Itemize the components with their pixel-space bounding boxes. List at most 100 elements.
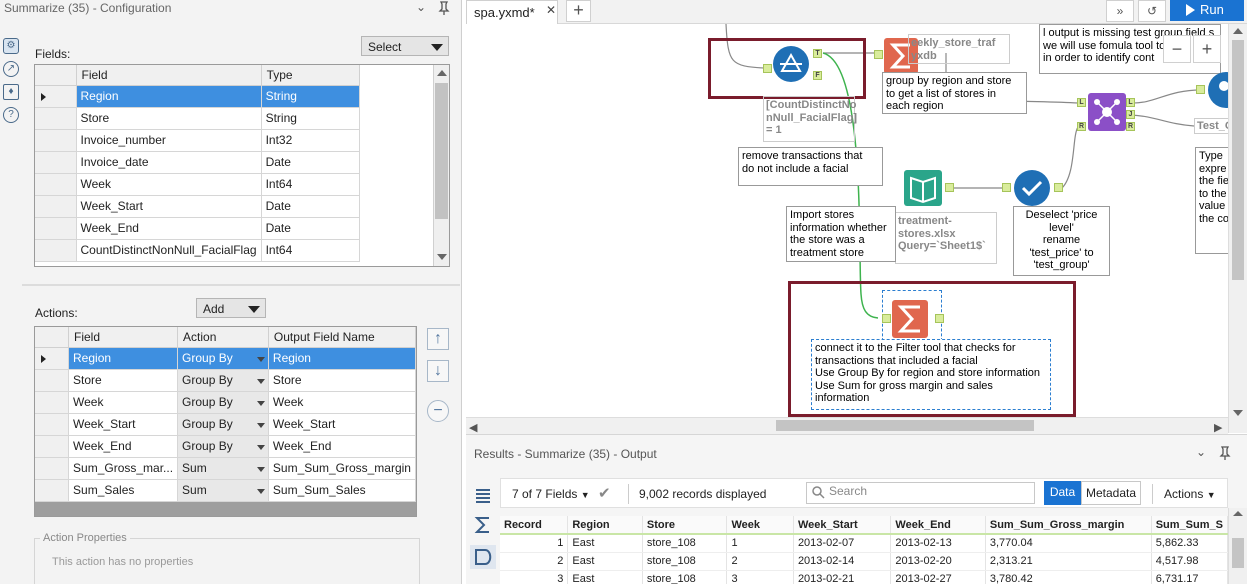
row-header[interactable]	[35, 173, 77, 196]
scroll-up-icon[interactable]	[1233, 511, 1243, 516]
filter-input-anchor[interactable]	[763, 64, 772, 73]
output-field-cell[interactable]: Sum_Sum_Gross_margin	[268, 457, 417, 480]
summarize-input-anchor[interactable]	[882, 314, 891, 323]
field-type-cell[interactable]: Date	[261, 217, 360, 240]
field-row[interactable]: Invoice_date Date	[35, 151, 360, 174]
row-header[interactable]	[35, 195, 77, 218]
row-header[interactable]	[35, 239, 77, 262]
fields-count-dropdown[interactable]: 7 of 7 Fields ▼	[512, 487, 590, 501]
col-header-field[interactable]: Field	[68, 327, 179, 348]
results-col-header[interactable]: Sum_Sum_Gross_margin	[985, 516, 1152, 535]
field-row[interactable]: Week_End Date	[35, 217, 360, 240]
zoom-out-button[interactable]: −	[1163, 35, 1191, 63]
action-type-select[interactable]: Group By	[177, 347, 269, 370]
join-join-anchor[interactable]: J	[1126, 110, 1135, 119]
close-tab-icon[interactable]: ✕	[546, 3, 556, 17]
action-type-select[interactable]: Group By	[177, 391, 269, 414]
help-icon[interactable]: ?	[3, 107, 19, 123]
workflow-canvas[interactable]: T F [CountDistinctNo nNull_FacialFlag] =…	[466, 24, 1228, 417]
field-row[interactable]: CountDistinctNonNull_FacialFlag Int64	[35, 239, 360, 262]
navigate-icon[interactable]: ↗	[3, 61, 19, 77]
results-cell[interactable]: 2	[726, 552, 794, 571]
row-header[interactable]	[35, 391, 70, 414]
summarize-view-icon[interactable]	[470, 513, 496, 537]
results-cell[interactable]: 2013-02-20	[890, 552, 986, 571]
results-col-header[interactable]: Week_End	[890, 516, 986, 535]
results-cell[interactable]: 1	[726, 534, 794, 553]
expand-panel-button[interactable]: »	[1106, 0, 1134, 22]
action-type-select[interactable]: Group By	[177, 435, 269, 458]
chevron-down-icon[interactable]: ⌄	[416, 0, 426, 14]
field-type-cell[interactable]: Date	[261, 195, 360, 218]
results-col-header[interactable]: Sum_Sum_S	[1151, 516, 1228, 535]
results-row[interactable]: 1 East store_108 1 2013-02-07 2013-02-13 3,770…	[500, 534, 1228, 553]
results-col-header[interactable]: Week_Start	[793, 516, 892, 535]
zoom-in-button[interactable]: +	[1193, 35, 1221, 63]
remove-button[interactable]: −	[427, 400, 449, 422]
formula-tool-icon[interactable]	[1204, 72, 1228, 108]
select-input-anchor[interactable]	[1002, 183, 1011, 192]
results-vscroll-thumb[interactable]	[1232, 538, 1244, 568]
row-header[interactable]	[35, 479, 70, 502]
type-expression-note[interactable]: Type expre the fie to the value the co	[1195, 147, 1228, 254]
summarize-tool-icon[interactable]	[892, 300, 928, 338]
col-header-type[interactable]: Type	[261, 65, 360, 86]
field-row[interactable]: Region String	[35, 85, 360, 108]
scroll-thumb[interactable]	[435, 83, 448, 219]
col-header-field[interactable]: Field	[76, 65, 262, 86]
field-row[interactable]: Week Int64	[35, 173, 360, 196]
weekly-store-traffic-label[interactable]: eekly_store_traf yxdb	[908, 34, 1010, 64]
history-icon[interactable]: ↺	[1138, 0, 1166, 22]
field-type-cell[interactable]: Int64	[261, 239, 360, 262]
scroll-down-icon[interactable]	[1233, 410, 1243, 416]
field-type-cell[interactable]: Int64	[261, 173, 360, 196]
canvas-hscroll-thumb[interactable]	[776, 420, 1034, 431]
actions-dropdown[interactable]: Actions ▼	[1164, 487, 1216, 501]
field-name-cell[interactable]: Store	[76, 107, 262, 130]
filter-tool-icon[interactable]	[772, 45, 810, 83]
field-name-cell[interactable]: CountDistinctNonNull_FacialFlag	[76, 239, 262, 262]
field-type-cell[interactable]: Date	[261, 151, 360, 174]
row-header[interactable]	[35, 413, 70, 436]
action-row[interactable]: Week Group By Week	[35, 391, 417, 414]
action-field-cell[interactable]: Sum_Sales	[68, 479, 179, 502]
action-field-cell[interactable]: Week	[68, 391, 179, 414]
join-left-out-anchor[interactable]: L	[1126, 98, 1135, 107]
select-tool-icon[interactable]	[1013, 169, 1051, 207]
select-dropdown[interactable]: Select	[361, 36, 449, 56]
filter-true-anchor[interactable]: T	[813, 49, 822, 58]
action-field-cell[interactable]: Region	[68, 347, 179, 370]
results-cell[interactable]: 3	[726, 570, 794, 584]
action-row[interactable]: Week_Start Group By Week_Start	[35, 413, 417, 436]
scroll-up-icon[interactable]	[437, 70, 447, 76]
action-field-cell[interactable]: Store	[68, 369, 179, 392]
results-cell[interactable]: 2	[500, 552, 569, 571]
results-cell[interactable]: 2,313.21	[985, 552, 1152, 571]
canvas-vscroll-thumb[interactable]	[1232, 40, 1244, 280]
row-header[interactable]	[35, 107, 77, 130]
results-col-header[interactable]: Week	[726, 516, 794, 535]
results-cell[interactable]: East	[567, 570, 643, 584]
test-group-label[interactable]: Test_G	[1194, 118, 1228, 134]
results-cell[interactable]: store_108	[642, 552, 728, 571]
move-up-button[interactable]: ↑	[427, 328, 449, 350]
output-field-cell[interactable]: Week_Start	[268, 413, 417, 436]
join-right-anchor[interactable]: R	[1077, 122, 1086, 131]
output-field-cell[interactable]: Week_End	[268, 435, 417, 458]
input-output-anchor[interactable]	[945, 183, 954, 192]
field-type-cell[interactable]: String	[261, 85, 360, 108]
results-cell[interactable]: 1	[500, 534, 569, 553]
results-cell[interactable]: 3,780.42	[985, 570, 1152, 584]
field-name-cell[interactable]: Week_End	[76, 217, 262, 240]
field-name-cell[interactable]: Week_Start	[76, 195, 262, 218]
filter-false-anchor[interactable]: F	[813, 71, 822, 80]
row-header[interactable]	[35, 217, 77, 240]
treatment-stores-label[interactable]: treatment- stores.xlsx Query=`Sheet1$`	[895, 212, 997, 264]
scroll-left-icon[interactable]: ◀	[469, 421, 477, 434]
output-field-cell[interactable]: Store	[268, 369, 417, 392]
metadata-button[interactable]: Metadata	[1081, 481, 1141, 505]
deselect-rename-note[interactable]: Deselect 'price level' rename 'test_pric…	[1013, 206, 1110, 276]
fields-scrollbar[interactable]	[433, 65, 449, 266]
import-stores-note[interactable]: Import stores information whether the st…	[786, 206, 896, 262]
pin-icon[interactable]	[1218, 446, 1232, 461]
